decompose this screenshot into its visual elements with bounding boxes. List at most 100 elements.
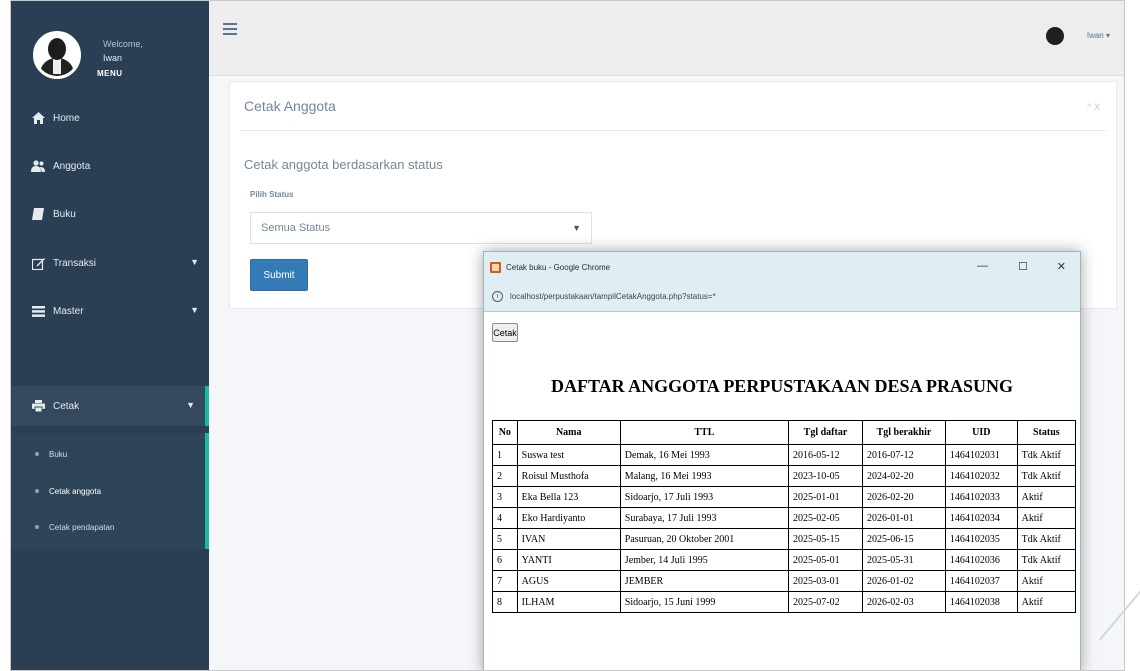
table-cell: 1464102037 xyxy=(944,570,1018,592)
column-header: Tgl berakhir xyxy=(861,420,946,445)
sidebar-item-label: Master xyxy=(53,305,84,317)
table-row: 3 Eka Bella 123 Sidoarjo, 17 Juli 1993 2… xyxy=(492,486,1077,508)
menu-toggle-icon[interactable] xyxy=(223,23,237,35)
panel-subtitle: Cetak anggota berdasarkan status xyxy=(244,157,443,172)
popup-window-title: Cetak buku - Google Chrome xyxy=(506,263,611,272)
menu-title: MENU xyxy=(97,69,123,78)
top-navbar: Iwan ▾ xyxy=(209,1,1124,76)
table-cell: 2016-05-12 xyxy=(787,444,863,466)
chevron-down-icon: ▼ xyxy=(572,223,581,233)
table-cell: 1464102034 xyxy=(944,507,1018,529)
popup-titlebar: Cetak buku - Google Chrome — ☐ ✕ xyxy=(484,252,1080,284)
table-cell: 1464102035 xyxy=(944,528,1018,550)
submenu-item-label: Cetak anggota xyxy=(49,486,102,496)
table-cell: 2025-05-15 xyxy=(787,528,863,550)
table-cell: 2025-02-05 xyxy=(787,507,863,529)
avatar-collar xyxy=(53,58,61,74)
column-header: TTL xyxy=(619,420,789,445)
table-header-row: No Nama TTL Tgl daftar Tgl berakhir UID … xyxy=(492,420,1077,445)
sidebar-item-label: Anggota xyxy=(53,160,91,172)
table-cell: YANTI xyxy=(516,549,621,571)
chevron-down-icon: ▼ xyxy=(186,400,195,410)
sidebar-username: Iwan xyxy=(103,53,123,63)
print-icon xyxy=(31,399,45,413)
edit-icon xyxy=(31,256,45,270)
table-row: 6 YANTI Jember, 14 Juli 1995 2025-05-01 … xyxy=(492,549,1077,571)
table-cell: Aktif xyxy=(1016,507,1077,529)
avatar xyxy=(33,31,81,79)
table-cell: 2026-02-03 xyxy=(861,591,946,613)
list-icon xyxy=(31,304,45,318)
status-field-label: Pilih Status xyxy=(250,190,294,199)
sidebar-item-transaksi[interactable]: Transaksi ▼ xyxy=(11,243,209,283)
table-cell: 2023-10-05 xyxy=(787,465,863,487)
table-cell: Roisul Musthofa xyxy=(516,465,621,487)
table-cell: 1464102033 xyxy=(944,486,1018,508)
table-cell: 2025-06-15 xyxy=(861,528,946,550)
table-row: 7 AGUS JEMBER 2025-03-01 2026-01-02 1464… xyxy=(492,570,1077,592)
table-cell: 1464102036 xyxy=(944,549,1018,571)
table-cell: Tdk Aktif xyxy=(1016,528,1077,550)
table-cell: 6 xyxy=(492,549,518,571)
table-cell: Jember, 14 Juli 1995 xyxy=(619,549,789,571)
popup-address-bar[interactable]: i localhost/perpustakaan/tampilCetakAngg… xyxy=(484,284,1080,312)
table-cell: IVAN xyxy=(516,528,621,550)
panel-title: Cetak Anggota xyxy=(244,98,336,114)
submit-button[interactable]: Submit xyxy=(250,259,308,291)
sidebar-item-buku[interactable]: Buku xyxy=(11,194,209,234)
table-cell: 2026-01-02 xyxy=(861,570,946,592)
sidebar-item-label: Home xyxy=(53,112,80,124)
table-cell: Tdk Aktif xyxy=(1016,444,1077,466)
submenu-item-cetak-anggota[interactable]: Cetak anggota xyxy=(11,476,205,506)
table-cell: 2025-07-02 xyxy=(787,591,863,613)
home-icon xyxy=(31,111,45,125)
sidebar-item-master[interactable]: Master ▼ xyxy=(11,291,209,331)
submenu-item-buku[interactable]: Buku xyxy=(11,439,205,469)
sidebar-item-home[interactable]: Home xyxy=(11,98,209,138)
table-cell: Suswa test xyxy=(516,444,621,466)
table-row: 5 IVAN Pasuruan, 20 Oktober 2001 2025-05… xyxy=(492,528,1077,550)
status-select-value: Semua Status xyxy=(261,222,331,234)
app-frame: Welcome, Iwan MENU Home Anggota Buku Tra… xyxy=(10,0,1125,671)
close-icon[interactable]: ✕ xyxy=(1057,260,1066,273)
table-cell: 2 xyxy=(492,465,518,487)
table-cell: 2025-05-31 xyxy=(861,549,946,571)
table-row: 4 Eko Hardiyanto Surabaya, 17 Juli 1993 … xyxy=(492,507,1077,529)
table-cell: 1464102038 xyxy=(944,591,1018,613)
submenu-item-cetak-pendapatan[interactable]: Cetak pendapatan xyxy=(11,512,205,542)
table-cell: 8 xyxy=(492,591,518,613)
table-cell: 3 xyxy=(492,486,518,508)
table-cell: Surabaya, 17 Juli 1993 xyxy=(619,507,789,529)
table-cell: Tdk Aktif xyxy=(1016,465,1077,487)
user-menu[interactable]: Iwan ▾ xyxy=(1087,31,1110,40)
report-title: DAFTAR ANGGOTA PERPUSTAKAAN DESA PRASUNG xyxy=(550,376,1014,396)
print-popup-window: Cetak buku - Google Chrome — ☐ ✕ i local… xyxy=(483,251,1081,670)
table-cell: 2026-01-01 xyxy=(861,507,946,529)
panel-tools[interactable]: ^ X xyxy=(1087,102,1100,112)
chevron-down-icon: ▾ xyxy=(1105,31,1110,40)
column-header: Status xyxy=(1016,420,1077,445)
sidebar-item-cetak[interactable]: Cetak ▼ xyxy=(11,386,209,426)
table-cell: 2024-02-20 xyxy=(861,465,946,487)
user-avatar[interactable] xyxy=(1046,27,1064,45)
table-cell: 2016-07-12 xyxy=(861,444,946,466)
column-header: Nama xyxy=(516,420,621,445)
column-header: No xyxy=(492,420,518,445)
sidebar-item-anggota[interactable]: Anggota xyxy=(11,146,209,186)
table-cell: Malang, 16 Mei 1993 xyxy=(619,465,789,487)
table-cell: AGUS xyxy=(516,570,621,592)
maximize-icon[interactable]: ☐ xyxy=(1018,260,1028,273)
table-cell: 1 xyxy=(492,444,518,466)
table-cell: Demak, 16 Mei 1993 xyxy=(619,444,789,466)
table-cell: 1464102031 xyxy=(944,444,1018,466)
print-button[interactable]: Cetak xyxy=(492,323,518,342)
popup-url[interactable]: localhost/perpustakaan/tampilCetakAnggot… xyxy=(510,292,716,301)
status-select[interactable]: Semua Status ▼ xyxy=(250,212,592,244)
chevron-down-icon: ▼ xyxy=(190,257,199,267)
table-cell: 2025-03-01 xyxy=(787,570,863,592)
minimize-icon[interactable]: — xyxy=(977,260,988,272)
table-row: 8 ILHAM Sidoarjo, 15 Juni 1999 2025-07-0… xyxy=(492,591,1077,613)
sidebar-item-label: Buku xyxy=(53,208,76,220)
book-icon xyxy=(31,207,45,221)
site-info-icon[interactable]: i xyxy=(492,291,503,302)
